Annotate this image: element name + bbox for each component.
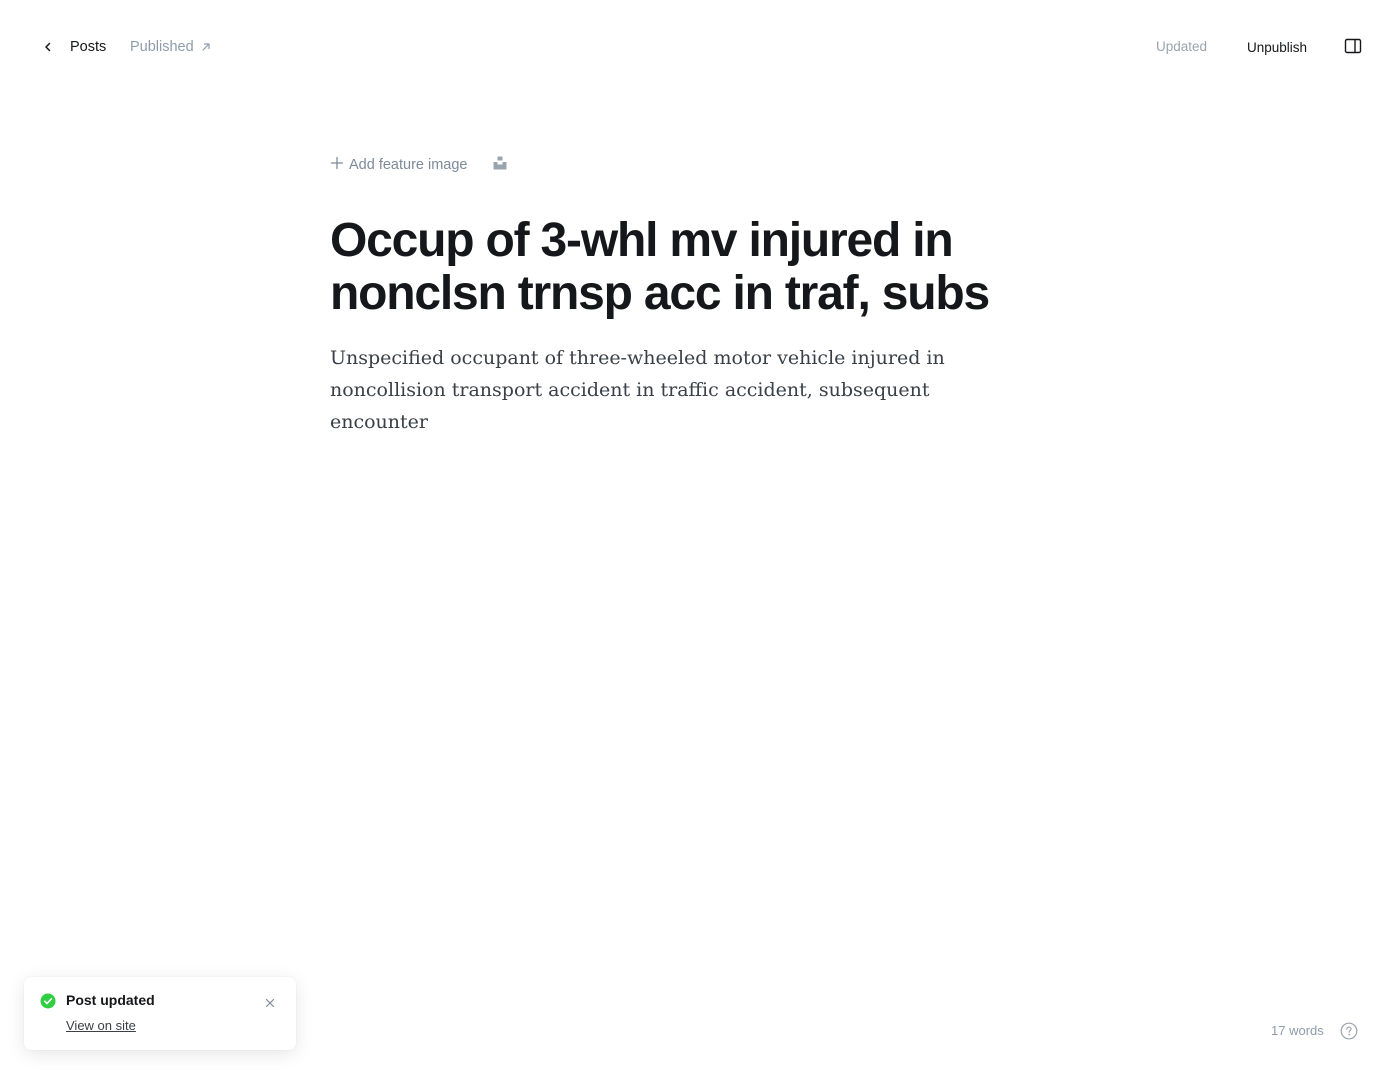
help-button[interactable] <box>1340 1022 1358 1045</box>
check-circle-icon <box>40 993 56 1009</box>
post-status-link[interactable]: Published <box>130 34 212 60</box>
save-state-text: Updated <box>1156 39 1208 54</box>
post-excerpt[interactable]: Unspecified occupant of three-wheeled mo… <box>330 342 1030 438</box>
question-circle-icon <box>1340 1022 1358 1045</box>
add-feature-image-label: Add feature image <box>349 157 468 173</box>
plus-icon <box>330 156 344 174</box>
feature-image-row: Add feature image <box>330 150 1050 180</box>
post-status-label: Published <box>130 39 194 55</box>
close-icon[interactable] <box>262 995 278 1011</box>
chevron-left-icon <box>38 37 58 57</box>
back-to-posts-link[interactable]: Posts <box>38 34 106 60</box>
post-editor: Add feature image Occup of 3-whl mv inju… <box>330 150 1050 438</box>
word-count: 17 words <box>1271 1023 1324 1038</box>
post-updated-toast: Post updated View on site <box>24 977 296 1050</box>
unsplash-button[interactable] <box>491 156 509 174</box>
sidebar-toggle-button[interactable] <box>1340 35 1366 61</box>
add-feature-image-button[interactable]: Add feature image <box>330 156 468 174</box>
back-link-label: Posts <box>70 39 107 55</box>
arrow-up-right-icon <box>200 41 212 53</box>
sidebar-panel-icon <box>1344 38 1362 59</box>
post-title[interactable]: Occup of 3-whl mv injured in nonclsn trn… <box>330 214 1050 320</box>
editor-header: Posts Published Updated Unpublish <box>0 0 1400 94</box>
view-on-site-link[interactable]: View on site <box>66 1018 136 1033</box>
unsplash-icon <box>493 156 507 175</box>
toast-title: Post updated <box>66 992 155 1008</box>
unpublish-button[interactable]: Unpublish <box>1238 32 1316 62</box>
